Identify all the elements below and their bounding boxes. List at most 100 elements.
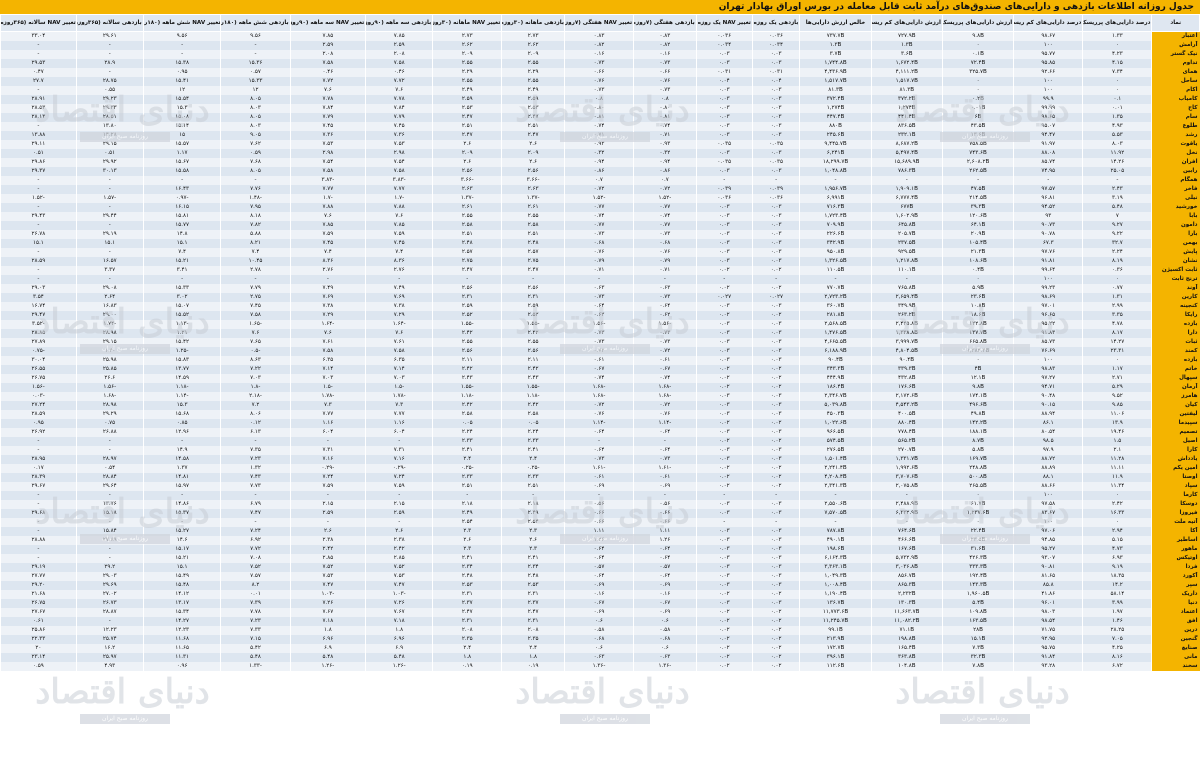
table-cell: ۵۰۰.۸B [941,473,1014,482]
table-cell: ۸.۱۹ [1082,257,1152,266]
table-cell: -۱.۵۷ [75,194,144,203]
table-cell: ۰.۰۳ [695,509,753,518]
table-cell: ۲.۳۴ [501,563,565,572]
table-cell: ۹۰.۸۱ [1013,563,1083,572]
table-cell: ۰.۰۳ [751,95,800,104]
table-cell: ۲۰ [0,644,77,653]
table-cell: ۱۱۰.۵B [799,266,872,275]
table-cell: ۷.۳۱ [289,446,366,455]
funds-table: نماد درصد دارایی‌های پرریسک درصد دارایی‌ها… [0,14,1200,671]
table-cell: ۰.۰۳۶ [751,31,800,41]
table-cell: ۳۴۳.۳B [799,365,872,374]
table-cell: - [0,221,77,230]
table-cell: ۰.۰۳ [695,320,753,329]
table-cell: ۰.۱۷ [0,464,77,473]
table-row: بازده ۰ ۱۰۰ ۰ ۹۰.۴B ۹۰.۴B ۰.۰۳ ۰.۰۳ ۰.۶۱ ۰.۶۱ ۲.۱۱… [0,356,1200,365]
table-cell: ۰.۰۳ [695,410,753,419]
table-cell: ۰.۰۳ [751,581,800,590]
table-cell: ۰.۰۳ [751,500,800,509]
table-cell: -۱.۳۷ [432,194,502,203]
table-cell: - [501,491,565,500]
table-cell: ۲.۶۳ [501,185,565,194]
table-cell: ۰.۰۳ [751,536,800,545]
table-cell: ۲۸.۹۷ [75,455,144,464]
table-cell: ۱۰۰ [1013,356,1083,365]
table-cell: ۷.۵۴ [289,158,366,167]
table-cell: ۹۴.۸۵ [1013,536,1083,545]
table-cell: ۲۹.۸۶ [0,158,77,167]
table-cell: ۰.۰۳۶ [751,194,800,203]
table-cell: ۰.۰۳ [751,509,800,518]
table-cell: -۱.۸ [220,383,291,392]
table-cell: ۰.۶۶ [633,509,697,518]
fund-symbol-cell: اعتماد [1151,608,1200,617]
table-cell: ۰.۰۲ [751,437,800,446]
table-cell: ۶B [941,113,1014,122]
table-cell: ۰.۰۲ [695,590,753,599]
table-cell: ۰.۰۳ [751,131,800,140]
table-cell: ۷.۱۴ [365,365,433,374]
table-cell: - [142,41,221,50]
table-cell: ۷.۵۹ [365,230,433,239]
table-cell: ۲۶.۵۵ [0,365,77,374]
table-cell: -۱.۱۴ [142,392,221,401]
table-cell: ۲۹.۶۷ [0,482,77,491]
table-cell: - [751,275,800,284]
table-cell: ۷۵۸.۵B [941,140,1014,149]
table-cell: ۲.۶۲ [432,41,502,50]
table-cell: ۲۹.۱۵ [75,140,144,149]
table-cell: ۱.۸ [432,653,502,662]
fund-symbol-cell: افق [1151,617,1200,626]
table-cell: ۰.۴۷ [0,68,77,77]
table-cell: ۷.۷۶ [220,185,291,194]
table-cell: - [0,527,77,536]
table-cell: ۰.۷۲ [633,347,697,356]
table-cell: -۳.۸۳ [365,176,433,185]
table-cell: ۸۵.۷۴ [1013,158,1083,167]
table-cell: ۰.۰۳ [695,536,753,545]
table-cell: ۹۶۶.۵B [799,428,872,437]
table-cell: ۰.۳۶ [1082,266,1152,275]
table-cell: ۱۵.۳ [142,104,221,113]
fund-symbol-cell: اوتیکس [1151,554,1200,563]
table-cell: ۳,۰۳۶.۸B [870,563,943,572]
table-cell: ۷.۵۸ [365,59,433,68]
table-cell: ۷.۶۲ [220,140,291,149]
table-cell: ۲۹.۲۰ [0,581,77,590]
table-title: جدول روزانه اطلاعات بازدهی و دارایی‌های … [718,2,1194,12]
table-cell: ۷.۷۷ [289,185,366,194]
table-cell: ۳۹.۳B [941,203,1014,212]
table-row: دارا ۸.۱۷ ۹۱.۸۳ ۱۳۷.۷B ۱,۳۳۸.۸B ۱,۴۷۶.۵B ۰.۰۳ ۰… [0,329,1200,338]
table-row: آرمان ۵.۲۹ ۹۴.۷۱ ۹.۸B ۱۷۶.۶B ۱۸۶.۴B ۰.۰۲ ۰.۰۲ -۱… [0,383,1200,392]
table-cell: ۲۷.۷ [0,77,77,86]
table-cell: ۶.۹ [365,644,433,653]
table-cell: ۹۰.۴B [870,356,943,365]
table-cell: ۰.۰۵ [432,419,502,428]
table-cell: ۷.۵۳ [365,140,433,149]
table-cell: ۴,۵۴۳.۲B [870,401,943,410]
table-cell: ۰.۷۴ [633,212,697,221]
table-row: سخند ۶.۷۲ ۹۳.۲۸ ۷.۸B ۱۰۴.۸B ۱۱۲.۶B ۰.۰۲ ۰.۰۲ -۱.… [0,662,1200,671]
table-cell: ۷.۸۲ [220,221,291,230]
table-cell: ۲.۵۶ [501,167,565,176]
table-cell: ۱۱,۰۸۲.۲B [870,617,943,626]
table-cell: ۲.۸۵ [365,554,433,563]
table-cell: ۹,۴۴۵.۷B [799,140,872,149]
table-cell: ۱.۳B [870,41,943,50]
table-cell: ۷.۴۹ [365,284,433,293]
table-cell: ۸.۲۱ [220,239,291,248]
fund-symbol-cell: داریک [1151,590,1200,599]
table-cell: - [432,491,502,500]
table-cell: ۱۵.۸۴ [75,527,144,536]
table-cell: ۲.۳۳ [432,437,502,446]
table-cell: ۷.۵۷ [220,572,291,581]
table-row: رایکا ۳.۳۵ ۹۶.۶۵ ۱۸.۶B ۲۶۳.۲B ۲۸۱.۸B ۰.۰۲ ۰.۰۲ ۰… [0,311,1200,320]
table-cell: ۹۷.۲۷ [1013,374,1083,383]
table-cell: ۰.۹۴ [633,158,697,167]
table-cell: ۰.۰۲ [751,266,800,275]
table-cell: ۸۱.۳B [870,86,943,95]
table-cell: ۰.۰۳ [695,428,753,437]
table-cell: ۹۸.۶۹ [1013,293,1083,302]
table-cell: ۱۵,۶۸۹.۹B [870,158,943,167]
table-cell: ۰.۵۸ [633,626,697,635]
